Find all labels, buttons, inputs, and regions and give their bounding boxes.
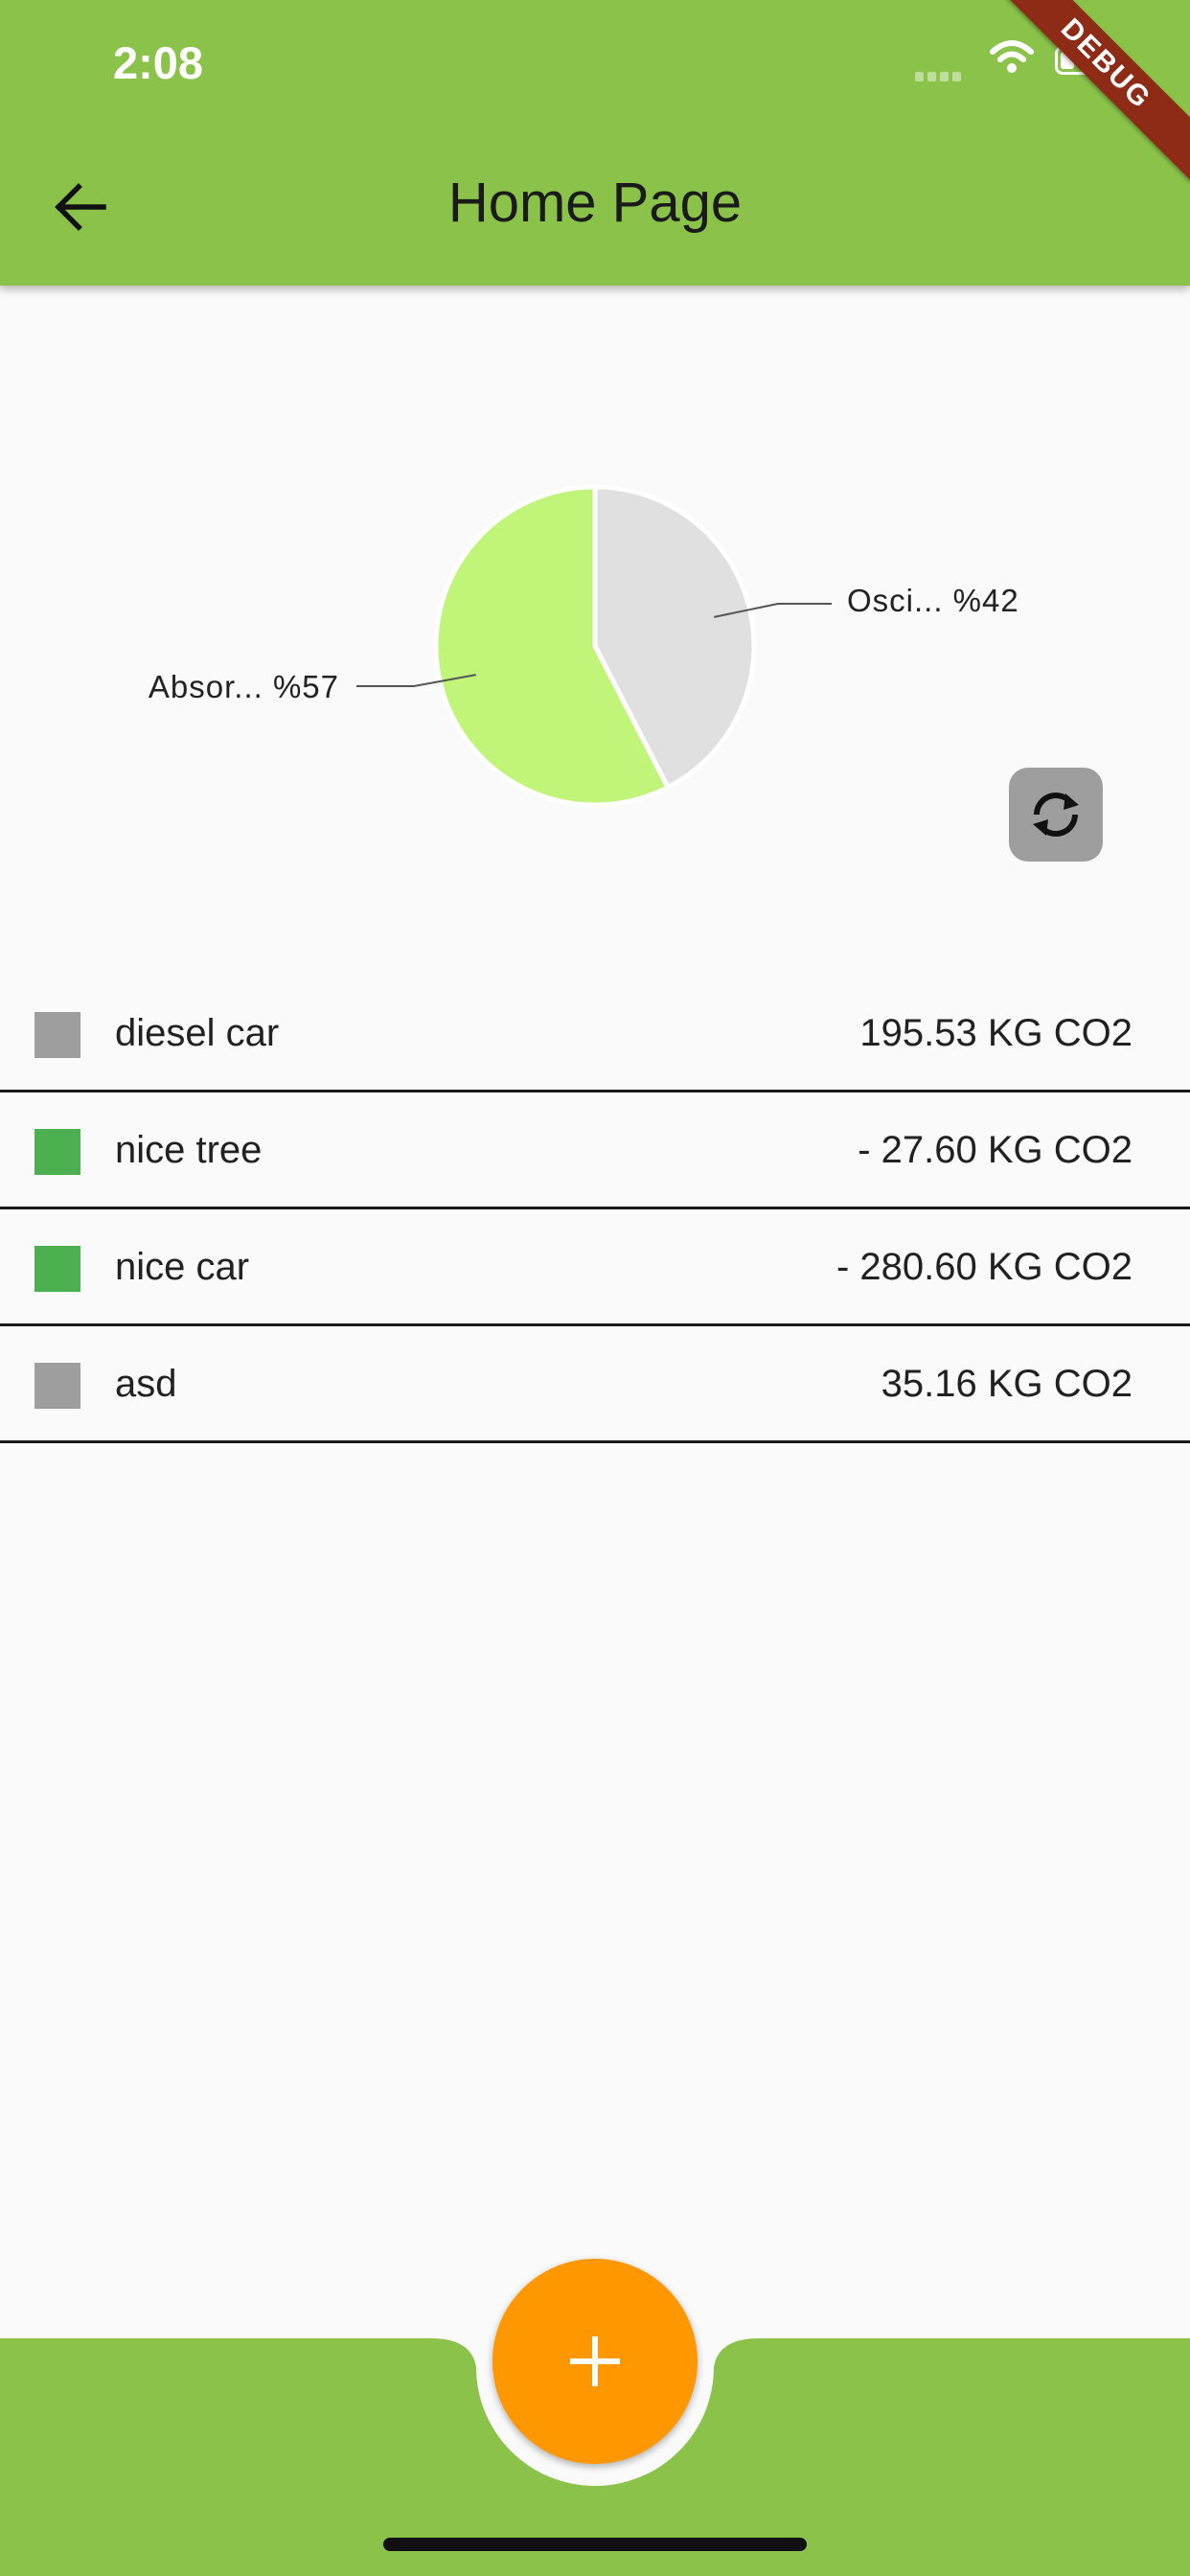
cellular-signal-icon — [915, 69, 965, 86]
add-entry-button[interactable] — [492, 2259, 698, 2464]
color-swatch — [34, 1246, 80, 1292]
list-item[interactable]: asd 35.16 KG CO2 — [0, 1326, 1190, 1443]
status-time: 2:08 — [113, 37, 204, 88]
entry-name: asd — [115, 1363, 177, 1405]
entry-value: 195.53 KG CO2 — [859, 1012, 1133, 1054]
home-indicator — [383, 2538, 807, 2551]
color-swatch — [34, 1129, 80, 1175]
sync-icon — [1033, 793, 1079, 837]
list-item[interactable]: nice tree - 27.60 KG CO2 — [0, 1092, 1190, 1209]
entry-value: - 280.60 KG CO2 — [835, 1246, 1133, 1288]
slice-label: Osci... %42 — [847, 583, 1019, 618]
app-bar: 2:08 Home Page — [0, 0, 1190, 286]
entry-value: - 27.60 KG CO2 — [858, 1129, 1133, 1171]
entry-name: nice tree — [115, 1129, 263, 1171]
list-item[interactable]: nice car - 280.60 KG CO2 — [0, 1209, 1190, 1326]
color-swatch — [34, 1012, 80, 1058]
entry-list: diesel car 195.53 KG CO2 nice tree - 27.… — [0, 976, 1190, 1443]
plus-icon — [570, 2336, 620, 2386]
wifi-icon — [990, 40, 1034, 73]
entry-name: nice car — [115, 1246, 250, 1288]
entry-name: diesel car — [115, 1012, 280, 1054]
page-title: Home Page — [447, 172, 743, 234]
slice-label: Absor... %57 — [149, 669, 339, 704]
refresh-button[interactable] — [1009, 768, 1103, 862]
entry-value: 35.16 KG CO2 — [881, 1363, 1133, 1405]
color-swatch — [34, 1363, 80, 1409]
list-item[interactable]: diesel car 195.53 KG CO2 — [0, 976, 1190, 1092]
